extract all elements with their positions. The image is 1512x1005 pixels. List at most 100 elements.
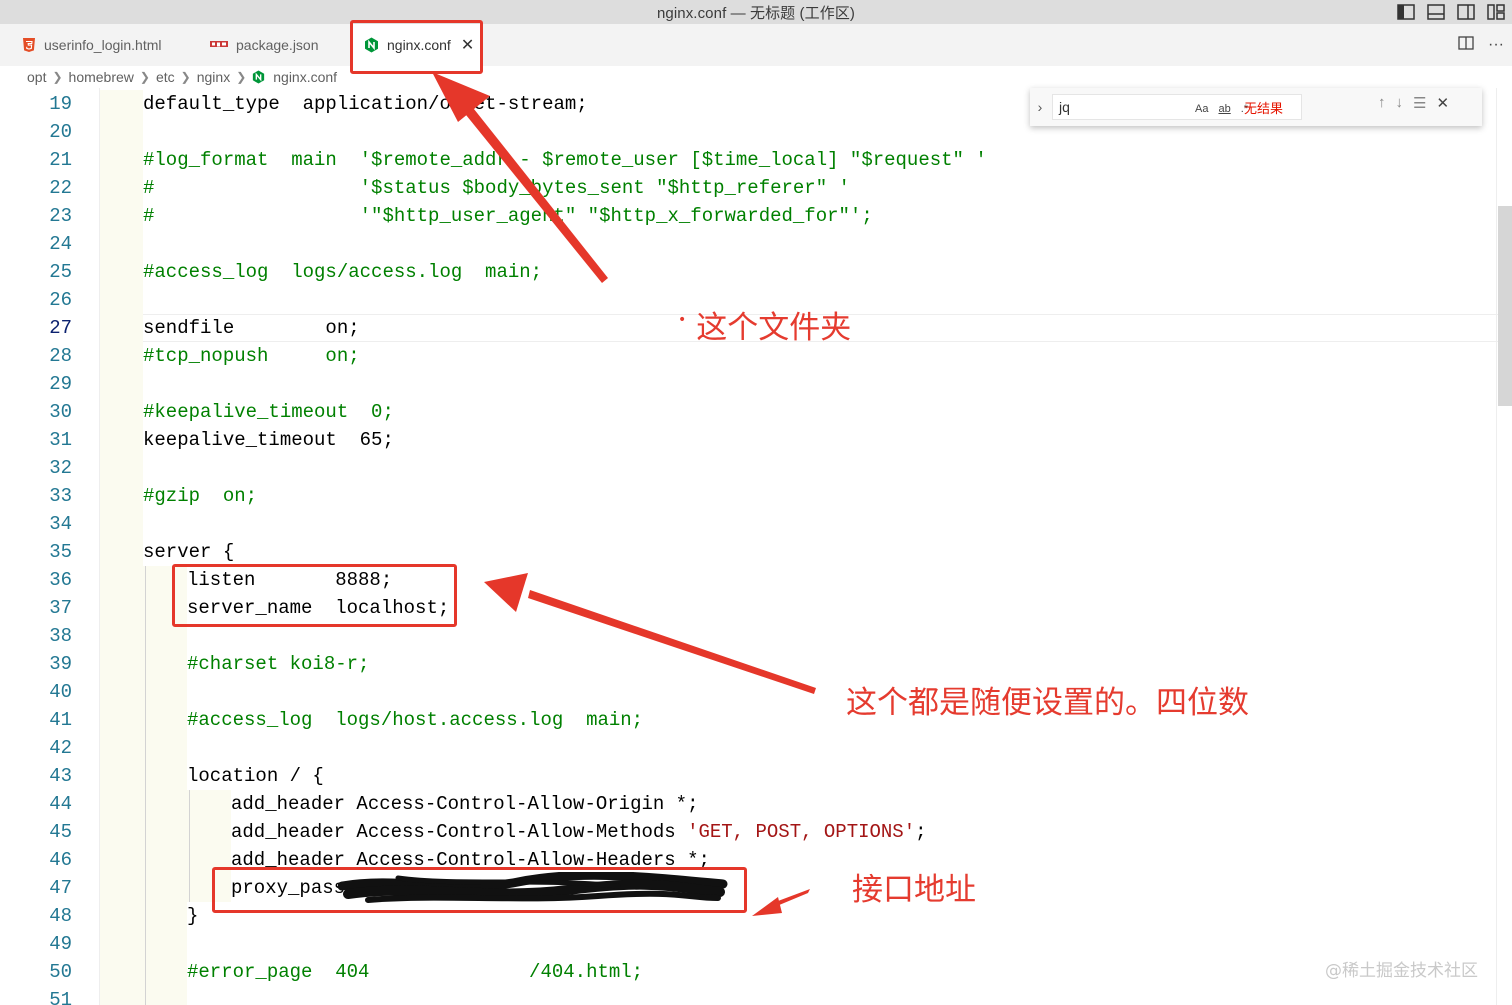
code-line[interactable]: 30 #keepalive_timeout 0; <box>0 398 1512 426</box>
indent-guide <box>145 678 146 706</box>
code-line[interactable]: 45 add_header Access-Control-Allow-Method… <box>0 818 1512 846</box>
tab-bar: userinfo_login.html package.json nginx.c… <box>0 24 1512 66</box>
code-line[interactable]: 40 <box>0 678 1512 706</box>
code-text: #error_page 404 /404.html; <box>187 961 644 983</box>
breadcrumb-item[interactable]: opt <box>27 69 46 85</box>
indent-guide <box>145 818 146 846</box>
tab-userinfo-login[interactable]: userinfo_login.html <box>0 24 198 66</box>
indent-whitespace <box>100 958 187 986</box>
code-text: default_type application/octet-stream; <box>143 93 588 115</box>
code-text: # '$status $body_bytes_sent "$http_refer… <box>143 177 850 199</box>
tab-label: userinfo_login.html <box>44 37 162 53</box>
code-line[interactable]: 43 location / { <box>0 762 1512 790</box>
code-text: #keepalive_timeout 0; <box>143 401 394 423</box>
line-number: 29 <box>49 373 72 395</box>
toggle-primary-sidebar-icon[interactable] <box>1394 0 1418 24</box>
find-in-selection-icon[interactable]: ☰ <box>1413 94 1426 112</box>
indent-whitespace <box>100 538 143 566</box>
chevron-right-icon: ❯ <box>139 70 150 84</box>
toggle-secondary-sidebar-icon[interactable] <box>1454 0 1478 24</box>
code-line[interactable]: 35 server { <box>0 538 1512 566</box>
code-line[interactable]: 44 add_header Access-Control-Allow-Origin… <box>0 790 1512 818</box>
split-editor-icon[interactable] <box>1458 35 1474 55</box>
indent-guide <box>145 930 146 958</box>
chevron-right-icon: ❯ <box>52 70 63 84</box>
find-options: Aa ab .* <box>1195 103 1248 115</box>
indent-guide <box>145 986 146 1005</box>
code-line[interactable]: 31 keepalive_timeout 65; <box>0 426 1512 454</box>
tab-package-json[interactable]: package.json <box>198 24 350 66</box>
code-line[interactable]: 42 <box>0 734 1512 762</box>
code-line[interactable]: 39 #charset koi8-r; <box>0 650 1512 678</box>
previous-match-icon[interactable]: ↑ <box>1378 94 1386 112</box>
line-number: 47 <box>49 877 72 899</box>
indent-whitespace <box>100 146 143 174</box>
code-line[interactable]: 33 #gzip on; <box>0 482 1512 510</box>
code-text: add_header Access-Control-Allow-Origin *… <box>231 793 699 815</box>
line-number: 45 <box>49 821 72 843</box>
find-actions: ↑ ↓ ☰ ✕ <box>1378 94 1449 112</box>
vertical-scrollbar-thumb[interactable] <box>1498 206 1512 406</box>
code-text: keepalive_timeout 65; <box>143 429 394 451</box>
toggle-panel-icon[interactable] <box>1424 0 1448 24</box>
redaction-scribble <box>338 872 728 903</box>
code-line[interactable]: 23 # '"$http_user_agent" "$http_x_forward… <box>0 202 1512 230</box>
annotation-box-tab <box>350 20 483 74</box>
line-number: 23 <box>49 205 72 227</box>
breadcrumb-item[interactable]: nginx.conf <box>273 69 337 85</box>
line-number: 50 <box>49 961 72 983</box>
indent-whitespace <box>100 342 143 370</box>
line-number: 31 <box>49 429 72 451</box>
code-token: ; <box>915 821 927 843</box>
code-line[interactable]: 34 <box>0 510 1512 538</box>
line-number: 30 <box>49 401 72 423</box>
indent-whitespace <box>100 258 143 286</box>
layout-controls <box>1394 0 1512 24</box>
indent-guide <box>145 846 146 874</box>
indent-whitespace <box>100 734 187 762</box>
code-text: #access_log logs/access.log main; <box>143 261 543 283</box>
breadcrumb-item[interactable]: etc <box>156 69 175 85</box>
indent-whitespace <box>100 174 143 202</box>
code-text: #charset koi8-r; <box>187 653 370 675</box>
code-token: add_header Access-Control-Allow-Methods <box>231 821 688 843</box>
code-line[interactable]: 32 <box>0 454 1512 482</box>
next-match-icon[interactable]: ↓ <box>1396 94 1404 112</box>
code-line[interactable]: 29 <box>0 370 1512 398</box>
match-case-toggle[interactable]: Aa <box>1195 103 1208 115</box>
line-number: 20 <box>49 121 72 143</box>
code-text: add_header Access-Control-Allow-Methods … <box>231 818 927 846</box>
code-line[interactable]: 50 #error_page 404 /404.html; <box>0 958 1512 986</box>
code-text: location / { <box>187 765 324 787</box>
customize-layout-icon[interactable] <box>1484 0 1508 24</box>
code-line[interactable]: 49 <box>0 930 1512 958</box>
find-input-value: jq <box>1059 99 1070 115</box>
more-actions-icon[interactable]: ··· <box>1488 36 1504 54</box>
line-number: 19 <box>49 93 72 115</box>
breadcrumb-item[interactable]: homebrew <box>69 69 134 85</box>
indent-whitespace <box>100 482 143 510</box>
title-bar: nginx.conf — 无标题 (工作区) <box>0 0 1512 24</box>
match-whole-word-toggle[interactable]: ab <box>1218 103 1230 115</box>
close-find-icon[interactable]: ✕ <box>1436 94 1449 112</box>
breadcrumb: opt ❯ homebrew ❯ etc ❯ nginx ❯ nginx.con… <box>0 66 1512 88</box>
code-line[interactable]: 22 # '$status $body_bytes_sent "$http_ref… <box>0 174 1512 202</box>
toggle-replace-chevron-icon[interactable]: › <box>1030 99 1050 115</box>
code-text: sendfile on; <box>143 317 360 339</box>
indent-guide <box>145 706 146 734</box>
indent-guide <box>189 846 190 874</box>
code-line[interactable]: 21 #log_format main '$remote_addr - $remo… <box>0 146 1512 174</box>
breadcrumb-item[interactable]: nginx <box>197 69 230 85</box>
indent-whitespace <box>100 286 143 314</box>
line-number: 46 <box>49 849 72 871</box>
code-line[interactable]: 25 #access_log logs/access.log main; <box>0 258 1512 286</box>
code-line[interactable]: 41 #access_log logs/host.access.log main; <box>0 706 1512 734</box>
indent-guide <box>145 874 146 902</box>
line-number: 48 <box>49 905 72 927</box>
indent-whitespace <box>100 230 143 258</box>
indent-whitespace <box>100 986 187 1005</box>
line-number: 37 <box>49 597 72 619</box>
code-line[interactable]: 24 <box>0 230 1512 258</box>
indent-guide <box>145 650 146 678</box>
code-line[interactable]: 51 <box>0 986 1512 1005</box>
